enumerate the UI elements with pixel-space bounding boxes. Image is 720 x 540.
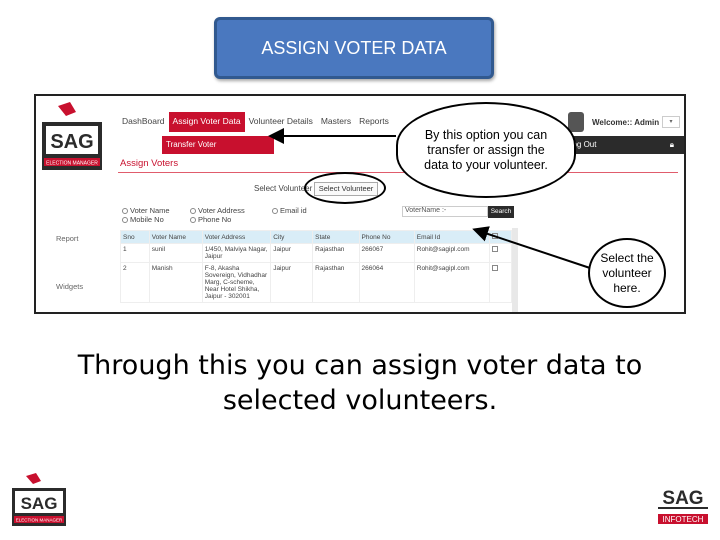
search-type-radios: Voter Name Voter Address Email id Mobile… [122, 206, 332, 224]
col-header: Voter Name [148, 230, 203, 244]
search-button[interactable]: Search [488, 206, 514, 218]
nav-dashboard[interactable]: DashBoard [118, 112, 169, 132]
svg-text:SAG: SAG [21, 494, 58, 513]
cell-phone: 266064 [358, 262, 415, 303]
col-header: Sno [120, 230, 150, 244]
sag-election-footer-logo: SAG ELECTION MANAGER [12, 473, 66, 526]
voter-name-search-input[interactable]: VoterName :- [402, 206, 488, 217]
radio-mobile-no[interactable]: Mobile No [122, 215, 190, 224]
page-title: Assign Voters [120, 158, 179, 169]
radio-voter-name[interactable]: Voter Name [122, 206, 190, 215]
cell-city: Jaipur [270, 243, 314, 263]
col-header: City [270, 230, 314, 244]
slide-title: ASSIGN VOTER DATA [214, 17, 494, 79]
cell-email: Rohit@sagipl.com [413, 262, 490, 303]
cell-voter-name: Manish [148, 262, 203, 303]
col-header: Email Id [413, 230, 490, 244]
callout-transfer-option: By this option you can transfer or assig… [396, 102, 576, 198]
highlight-oval [304, 172, 386, 204]
cell-voter-name: sunil [148, 243, 203, 263]
radio-icon [122, 208, 128, 215]
side-report-label[interactable]: Report [56, 234, 79, 243]
radio-voter-address[interactable]: Voter Address [190, 206, 272, 215]
cell-phone: 266067 [358, 243, 415, 263]
lock-icon: 🔒︎ [669, 140, 674, 149]
cell-select [488, 243, 513, 263]
cell-voter-address: F-8, Akasha Sovereign, Vidhadhar Marg, C… [201, 262, 272, 303]
svg-text:SAG: SAG [662, 488, 703, 509]
main-description: Through this you can assign voter data t… [77, 350, 643, 416]
sag-election-logo: SAG ELECTION MANAGER [42, 102, 102, 170]
col-header [488, 230, 513, 244]
col-header: State [312, 230, 360, 244]
cell-city: Jaipur [270, 262, 314, 303]
table-row: 2 Manish F-8, Akasha Sovereign, Vidhadha… [120, 262, 513, 303]
nav-volunteer-details[interactable]: Volunteer Details [245, 112, 317, 132]
logout-button[interactable]: Log Out 🔒︎ [562, 136, 684, 154]
svg-text:INFOTECH: INFOTECH [663, 515, 704, 524]
cell-select [488, 262, 513, 303]
nav-masters[interactable]: Masters [317, 112, 355, 132]
select-all-checkbox[interactable] [491, 233, 498, 239]
svg-text:ELECTION MANAGER: ELECTION MANAGER [16, 518, 63, 523]
nav-reports[interactable]: Reports [355, 112, 393, 132]
voter-table: Sno Voter Name Voter Address City State … [120, 230, 513, 303]
table-row: 1 sunil 1/450, Malviya Nagar, Jaipur Jai… [120, 243, 513, 263]
sag-infotech-logo: SAG INFOTECH [658, 488, 708, 524]
svg-text:ELECTION MANAGER: ELECTION MANAGER [46, 161, 98, 167]
cell-voter-address: 1/450, Malviya Nagar, Jaipur [201, 243, 272, 263]
title-divider [118, 172, 678, 173]
col-header: Voter Address [201, 230, 272, 244]
radio-icon [190, 217, 196, 224]
cell-state: Rajasthan [312, 243, 360, 263]
table-header-row: Sno Voter Name Voter Address City State … [120, 230, 513, 244]
nav-assign-voter-data[interactable]: Assign Voter Data [168, 112, 245, 132]
welcome-text: Welcome:: Admin [592, 118, 660, 127]
radio-email-id[interactable]: Email id [272, 206, 332, 215]
main-nav: DashBoard Assign Voter Data Volunteer De… [118, 112, 393, 132]
callout-select-volunteer: Select the volunteer here. [588, 238, 666, 308]
table-scrollbar[interactable] [512, 228, 518, 312]
user-menu-dropdown[interactable]: ▾ [662, 116, 680, 128]
cell-email: Rohit@sagipl.com [413, 243, 490, 263]
side-widgets-label[interactable]: Widgets [56, 282, 83, 291]
svg-text:SAG: SAG [50, 131, 93, 153]
col-header: Phone No [358, 230, 415, 244]
radio-phone-no[interactable]: Phone No [190, 215, 272, 224]
submenu-transfer-voter[interactable]: Transfer Voter [162, 136, 274, 154]
radio-icon [190, 208, 196, 215]
cell-state: Rajasthan [312, 262, 360, 303]
cell-sno: 2 [120, 262, 150, 303]
cell-sno: 1 [120, 243, 150, 263]
radio-icon [272, 208, 278, 215]
user-avatar-icon [568, 112, 584, 132]
row-checkbox[interactable] [491, 246, 498, 252]
radio-icon [122, 217, 128, 224]
row-checkbox[interactable] [491, 265, 498, 271]
